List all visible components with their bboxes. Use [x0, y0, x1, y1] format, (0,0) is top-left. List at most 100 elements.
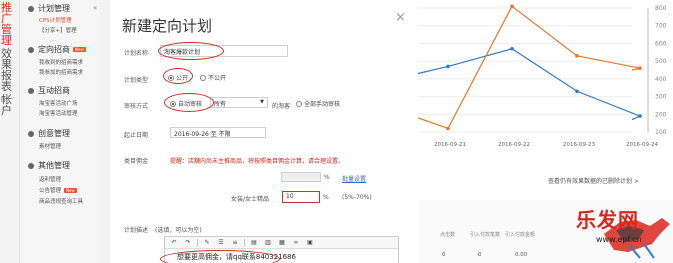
private-radio[interactable]: 不公开: [200, 73, 226, 82]
image-icon[interactable]: ▣: [305, 238, 315, 247]
commission-warning: 提醒：店舖内尚未主推商品，将按照类目佣金计算，请合理设置。: [170, 158, 345, 165]
commission-label: 类目佣金: [124, 158, 149, 165]
calendar-icon: [28, 5, 34, 12]
commission-input[interactable]: 10: [282, 191, 320, 203]
y-tick-label: 500: [655, 58, 667, 65]
table-cell: 0: [442, 252, 446, 258]
highlight-oval: [160, 250, 280, 263]
start-date-label: 起止日期: [124, 132, 149, 139]
sidebar-item-cps-plan[interactable]: CPS计划管理: [39, 16, 72, 24]
toolbar-divider: [244, 238, 245, 247]
y-tick-label: 700: [655, 23, 667, 30]
sidebar-item-violation-tool[interactable]: 商品违规查询工具: [39, 197, 83, 205]
other-icon: [28, 162, 34, 169]
table-header: 点击数: [440, 232, 456, 238]
redo-icon[interactable]: ↷: [183, 238, 193, 247]
data-point[interactable]: [575, 89, 579, 94]
sidebar-item-material[interactable]: 素材管理: [39, 142, 61, 150]
highlight-oval: [163, 68, 193, 84]
material-icon: [28, 130, 34, 137]
align-left-icon[interactable]: ▤: [249, 238, 259, 247]
y-tick-label: 300: [655, 94, 667, 101]
x-tick-label: 2016-09-24: [626, 142, 658, 148]
batch-input[interactable]: [281, 172, 321, 182]
audit-label: 审核方式: [124, 103, 149, 110]
align-center-icon[interactable]: ▥: [263, 238, 273, 247]
radio-dot-icon: [296, 100, 302, 107]
brush-icon[interactable]: ✎: [202, 238, 212, 247]
modal-title: 新建定向计划: [122, 17, 213, 35]
series-line: [418, 48, 642, 121]
x-tick-label: 2016-09-22: [498, 142, 530, 148]
sidebar-section-interactive[interactable]: 互动招商: [28, 85, 70, 96]
data-point[interactable]: [638, 114, 642, 118]
table-cell: 0: [478, 252, 482, 258]
section-title: 创意管理: [38, 129, 70, 138]
logo-text: 乐发网: [576, 208, 639, 232]
strip-item-account[interactable]: 帐户: [1, 94, 15, 116]
sidebar-item-joined[interactable]: 我参加的招商需求: [39, 68, 83, 76]
deleted-plans-link[interactable]: 查看仍有效果数据的已删除计划 >: [548, 176, 639, 185]
list-icon[interactable]: ☰: [216, 238, 226, 247]
sidebar-item-activity-square[interactable]: 淘宝客活动广场: [39, 99, 78, 107]
undo-icon[interactable]: ↶: [169, 238, 179, 247]
manual-audit-label: 全部手动审核: [304, 101, 341, 108]
chevron-down-icon: ▼: [260, 99, 264, 105]
editor-toolbar: ↶ ↷ ✎ ☰ ≡ ▤ ▥ ▦ ∞ ▣: [165, 237, 398, 249]
batch-set-link[interactable]: 批量设置: [342, 174, 366, 183]
sidebar-section-plan[interactable]: 计划管理: [28, 3, 70, 14]
table-header: 引入付款金额: [505, 232, 536, 238]
data-point[interactable]: [446, 126, 450, 131]
location-icon: [28, 46, 34, 53]
notice-label: 公告管理: [39, 188, 62, 194]
numbered-list-icon[interactable]: ≡: [230, 238, 240, 247]
logo-url: www.epf.cn: [596, 235, 642, 244]
strip-item-promotion[interactable]: 推广管理: [1, 2, 15, 46]
data-point[interactable]: [638, 66, 642, 71]
close-icon[interactable]: ×: [395, 10, 406, 25]
collapse-icon[interactable]: «: [93, 4, 100, 14]
sidebar-section-targeted[interactable]: 定向招商 New: [28, 44, 86, 55]
section-title: 其他管理: [38, 161, 70, 170]
private-label: 不公开: [208, 75, 227, 82]
y-tick-label: 200: [655, 111, 667, 118]
data-point[interactable]: [575, 54, 579, 58]
section-title: 互动招商: [38, 86, 70, 95]
strip-item-reports[interactable]: 效果报表: [1, 48, 15, 92]
highlight-oval: [164, 93, 214, 112]
desc-label: 计划描述: [124, 227, 149, 234]
x-tick-label: 2016-09-21: [434, 142, 466, 148]
commission-range: (5%-70%): [342, 194, 372, 201]
interact-icon: [28, 87, 34, 94]
date-range-field[interactable]: 2016-09-26 至 不限: [170, 127, 266, 138]
data-point[interactable]: [510, 46, 514, 51]
new-badge: New: [64, 188, 77, 193]
data-point[interactable]: [510, 4, 514, 9]
radio-dot-icon: [200, 74, 206, 81]
audit-select[interactable]: 所有 ▼: [210, 97, 268, 108]
align-right-icon[interactable]: ▦: [277, 238, 287, 247]
percent-unit: %: [323, 194, 329, 201]
highlight-oval: [158, 42, 224, 60]
left-nav-strip: 推广管理 效果报表 帐户: [0, 0, 20, 263]
manual-audit-radio[interactable]: 全部手动审核: [296, 99, 340, 108]
y-tick-label: 100: [655, 129, 667, 136]
sidebar-section-other[interactable]: 其他管理: [28, 160, 70, 171]
sidebar-section-creative[interactable]: 创意管理: [28, 128, 70, 139]
sidebar-item-rebate[interactable]: 返利管理: [39, 175, 61, 183]
line-chart: 100 200 300 400 500 600 700 800 2016-09-21 2016-0…: [418, 4, 667, 148]
x-tick-label: 2016-09-23: [563, 142, 595, 148]
link-icon[interactable]: ∞: [291, 238, 301, 247]
y-tick-label: 400: [655, 76, 667, 83]
category-name: 女装/女士精品: [231, 196, 270, 203]
series-line: [418, 5, 641, 130]
sidebar-item-received[interactable]: 我收到的招商需求: [39, 58, 83, 66]
percent-unit: %: [324, 174, 330, 181]
sidebar-item-notice[interactable]: 公告管理 New: [39, 186, 77, 194]
desc-hint: (选填，可以为空): [155, 227, 202, 234]
data-point[interactable]: [446, 64, 450, 69]
sidebar-item-activity-manage[interactable]: 淘宝客活动管理: [39, 109, 78, 117]
plan-name-label: 计划名称: [124, 50, 149, 57]
sidebar-item-share-plus[interactable]: 【分享+】管理: [39, 26, 77, 34]
plan-type-label: 计划类型: [124, 77, 149, 84]
